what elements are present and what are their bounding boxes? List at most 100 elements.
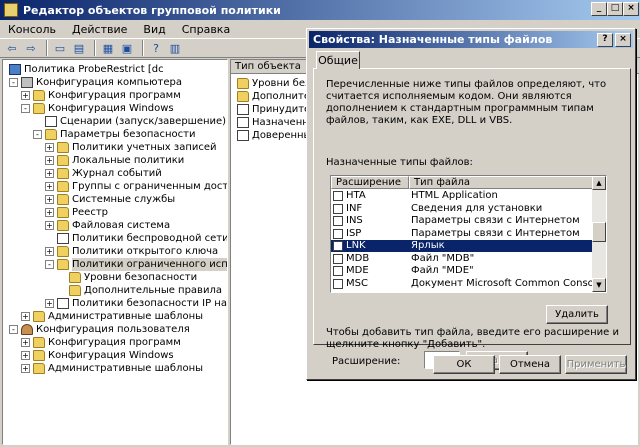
file-type-row[interactable]: ISP Параметры связи с Интернетом (331, 228, 594, 240)
tree-node[interactable]: + Конфигурация программ (3, 336, 227, 349)
expand-icon[interactable]: + (45, 299, 54, 308)
tree-node-label: Политики ограниченного использов (72, 258, 227, 271)
file-type-row[interactable]: INS Параметры связи с Интернетом (331, 215, 594, 227)
column-extension[interactable]: Расширение (331, 176, 409, 189)
expand-icon[interactable]: + (21, 91, 30, 100)
collapse-icon[interactable]: - (21, 104, 30, 113)
tree-node[interactable]: Политики беспроводной сети (IEEE (3, 232, 227, 245)
export-list-icon[interactable]: ▣ (119, 40, 135, 56)
file-type-row[interactable]: MSC Документ Microsoft Common Console (331, 278, 603, 290)
scroll-thumb[interactable] (592, 222, 606, 242)
close-button[interactable]: × (623, 2, 639, 16)
file-type-row[interactable]: LNK Ярлык (331, 240, 594, 252)
file-extension: MDE (346, 265, 369, 276)
extension-label: Расширение: (332, 356, 401, 367)
folder-icon (45, 129, 57, 140)
file-types-list[interactable]: Расширение Тип файла HTA HTML Application… (330, 175, 607, 293)
dialog-help-button[interactable]: ? (597, 33, 613, 47)
doc-icon (237, 130, 249, 141)
maximize-button[interactable]: □ (607, 2, 623, 16)
minimize-button[interactable]: _ (591, 2, 607, 16)
tree-node-label: Конфигурация компьютера (36, 77, 182, 88)
tree-node[interactable]: Дополнительные правила (3, 284, 227, 297)
tree-node[interactable]: - Конфигурация компьютера (3, 76, 227, 89)
console-icon[interactable]: ▥ (167, 40, 183, 56)
file-type-row[interactable]: HTA HTML Application (331, 190, 594, 202)
user-icon (21, 324, 33, 335)
tree-node[interactable]: + Группы с ограниченным доступом (3, 180, 227, 193)
list-vertical-scrollbar[interactable]: ▲ ▼ (592, 176, 606, 292)
ok-button[interactable]: ОК (433, 355, 495, 374)
folder-icon (33, 337, 45, 348)
tree-node[interactable]: + Файловая система (3, 219, 227, 232)
properties-icon[interactable]: ▦ (100, 40, 116, 56)
expand-icon[interactable]: + (45, 143, 54, 152)
file-type-name: Документ Microsoft Common Console (411, 277, 603, 289)
expand-icon[interactable]: + (21, 312, 30, 321)
expand-icon[interactable]: + (45, 208, 54, 217)
expand-icon[interactable]: + (21, 338, 30, 347)
tree-node[interactable]: + Административные шаблоны (3, 362, 227, 375)
window-title: Редактор объектов групповой политики (23, 3, 281, 17)
dialog-close-button[interactable]: × (615, 33, 631, 47)
up-folder-icon[interactable]: ▭ (52, 40, 68, 56)
cancel-button[interactable]: Отмена (499, 355, 561, 374)
menu-help[interactable]: Справка (174, 23, 238, 36)
help-icon[interactable]: ? (148, 40, 164, 56)
show-tree-icon[interactable]: ▤ (71, 40, 87, 56)
folder-icon (57, 220, 69, 231)
tree-node-label: Конфигурация Windows (48, 350, 174, 361)
file-type-name: Параметры связи с Интернетом (411, 215, 580, 226)
expand-icon[interactable]: + (45, 169, 54, 178)
expand-icon[interactable]: + (45, 156, 54, 165)
column-file-type[interactable]: Тип файла (409, 176, 594, 189)
tree-node[interactable]: + Журнал событий (3, 167, 227, 180)
expand-icon[interactable]: + (45, 182, 54, 191)
tree-node[interactable]: + Системные службы (3, 193, 227, 206)
tree-node[interactable]: Политика ProbeRestrict [dc (3, 63, 227, 76)
menu-view[interactable]: Вид (135, 23, 173, 36)
folder-icon (57, 142, 69, 153)
menu-console[interactable]: Консоль (0, 23, 64, 36)
tree-node[interactable]: + Конфигурация программ (3, 89, 227, 102)
file-extension: INS (346, 215, 363, 226)
tree-node[interactable]: Уровни безопасности (3, 271, 227, 284)
tree-node[interactable]: - Конфигурация Windows (3, 102, 227, 115)
back-arrow-icon[interactable]: ⇦ (4, 40, 20, 56)
tree-node[interactable]: + Политики безопасности IP на "Слу (3, 297, 227, 310)
expand-icon[interactable]: + (45, 195, 54, 204)
tree-node[interactable]: - Политики ограниченного использов (3, 258, 227, 271)
expand-icon[interactable]: + (45, 247, 54, 256)
scroll-up-icon[interactable]: ▲ (592, 176, 606, 190)
collapse-icon[interactable]: - (9, 78, 18, 87)
expand-icon[interactable]: + (21, 364, 30, 373)
tree-node[interactable]: + Политики учетных записей (3, 141, 227, 154)
tree-node[interactable]: + Политики открытого ключа (3, 245, 227, 258)
menu-action[interactable]: Действие (64, 23, 135, 36)
tree-node[interactable]: + Административные шаблоны (3, 310, 227, 323)
tree-node-label: Параметры безопасности (60, 129, 196, 140)
tree-node[interactable]: + Реестр (3, 206, 227, 219)
collapse-icon[interactable]: - (33, 130, 42, 139)
collapse-icon[interactable]: - (9, 325, 18, 334)
file-type-row[interactable]: MDB Файл "MDB" (331, 253, 594, 265)
console-tree[interactable]: Политика ProbeRestrict [dc - Конфигурация … (2, 59, 228, 445)
scroll-down-icon[interactable]: ▼ (592, 278, 606, 292)
file-type-row[interactable]: MDE Файл "MDE" (331, 265, 594, 277)
tree-node[interactable]: + Локальные политики (3, 154, 227, 167)
tree-node-label: Конфигурация программ (48, 90, 181, 101)
expand-icon[interactable]: + (21, 351, 30, 360)
tree-node[interactable]: Сценарии (запуск/завершение) (3, 115, 227, 128)
collapse-icon[interactable]: - (45, 260, 54, 269)
tab-general[interactable]: Общие (316, 51, 360, 69)
delete-button[interactable]: Удалить (546, 305, 608, 324)
forward-arrow-icon[interactable]: ⇨ (23, 40, 39, 56)
file-type-row[interactable]: INF Сведения для установки (331, 203, 594, 215)
apply-button[interactable]: Применить (565, 355, 627, 374)
tree-node[interactable]: + Конфигурация Windows (3, 349, 227, 362)
tree-node[interactable]: - Конфигурация пользователя (3, 323, 227, 336)
expand-icon[interactable]: + (45, 221, 54, 230)
tree-node[interactable]: - Параметры безопасности (3, 128, 227, 141)
file-type-icon (333, 191, 343, 201)
file-extension: HTA (346, 190, 366, 201)
